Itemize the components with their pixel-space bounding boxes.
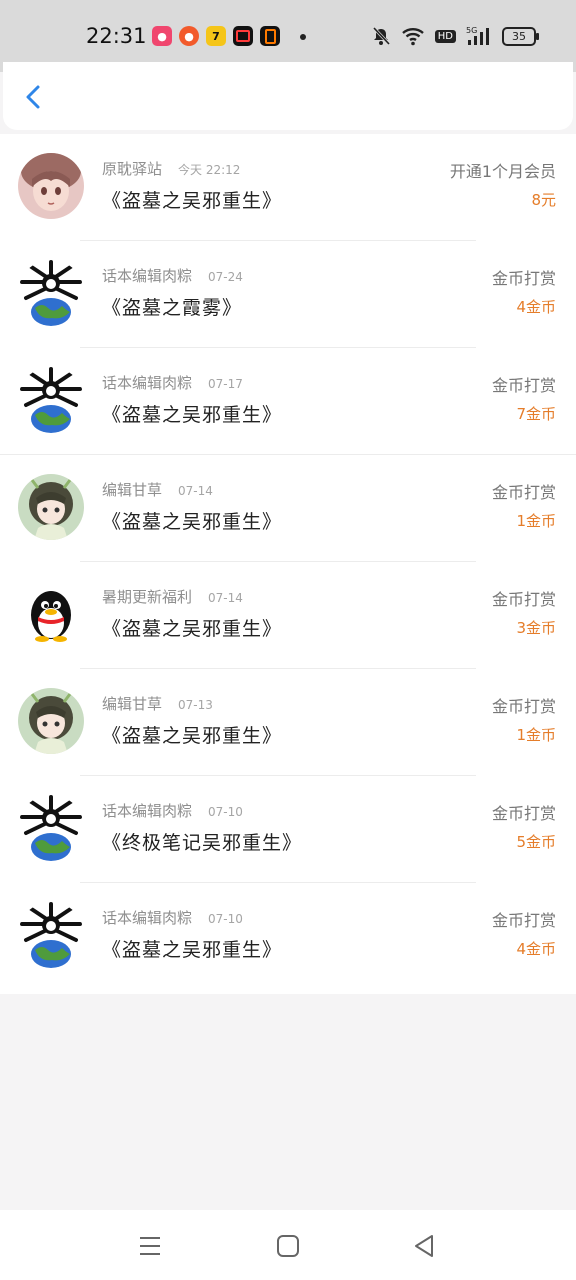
record-amount: 7金币 — [516, 405, 556, 423]
record-type: 金币打赏 — [491, 483, 556, 502]
top-app-bar — [3, 62, 573, 130]
record-type: 金币打赏 — [491, 697, 556, 716]
penguin-avatar-icon — [18, 581, 84, 647]
signal-icon: 5G — [466, 26, 489, 45]
book-title: 《盗墓之吴邪重生》 — [102, 190, 283, 212]
app-notification-icon — [260, 26, 280, 46]
battery-level: 35 — [512, 29, 526, 43]
record-amount: 5金币 — [516, 833, 556, 851]
user-avatar[interactable] — [18, 688, 84, 754]
user-avatar[interactable] — [18, 474, 84, 540]
user-avatar[interactable] — [18, 260, 84, 326]
bug-globe-avatar-icon — [18, 367, 84, 433]
record-date: 07-24 — [208, 270, 243, 284]
notification-icons: ● ● 7 — [152, 26, 280, 46]
bug-globe-avatar-icon — [18, 260, 84, 326]
sender-name: 话本编辑肉粽 — [102, 802, 193, 820]
record-type: 金币打赏 — [491, 376, 556, 395]
record-amount: 3金币 — [516, 619, 556, 637]
green-girl-avatar-icon — [18, 474, 84, 540]
user-avatar[interactable] — [18, 367, 84, 433]
user-avatar[interactable] — [18, 581, 84, 647]
menu-icon[interactable] — [136, 1232, 164, 1260]
book-title: 《盗墓之吴邪重生》 — [102, 618, 283, 640]
mute-bell-icon — [372, 26, 390, 46]
gift-record-list: 原耽驿站 今天 22:12 《盗墓之吴邪重生》 开通1个月会员 8元 话本编辑肉粽… — [0, 134, 576, 994]
list-item[interactable]: 话本编辑肉粽 07-17 《盗墓之吴邪重生》 金币打赏 7金币 — [0, 348, 576, 455]
record-type: 金币打赏 — [491, 269, 556, 288]
system-nav-bar — [0, 1210, 576, 1280]
wifi-icon — [401, 28, 424, 46]
sender-name: 编辑甘草 — [102, 481, 163, 499]
sender-name: 话本编辑肉粽 — [102, 267, 193, 285]
app-notification-icon: ● — [179, 26, 199, 46]
book-title: 《终极笔记吴邪重生》 — [102, 832, 303, 854]
app-notification-icon — [233, 26, 253, 46]
record-amount: 4金币 — [516, 940, 556, 958]
hd-badge: HD — [434, 29, 456, 43]
book-title: 《盗墓之吴邪重生》 — [102, 939, 283, 961]
list-item[interactable]: 暑期更新福利 07-14 《盗墓之吴邪重生》 金币打赏 3金币 — [0, 562, 576, 669]
record-date: 07-17 — [208, 377, 243, 391]
record-date: 07-10 — [208, 805, 243, 819]
book-title: 《盗墓之吴邪重生》 — [102, 511, 283, 533]
list-item[interactable]: 编辑甘草 07-14 《盗墓之吴邪重生》 金币打赏 1金币 — [0, 455, 576, 562]
book-title: 《盗墓之吴邪重生》 — [102, 725, 283, 747]
list-item[interactable]: 话本编辑肉粽 07-10 《终极笔记吴邪重生》 金币打赏 5金币 — [0, 776, 576, 883]
sender-name: 暑期更新福利 — [102, 588, 193, 606]
book-title: 《盗墓之吴邪重生》 — [102, 404, 283, 426]
sender-name: 原耽驿站 — [102, 160, 163, 178]
record-amount: 1金币 — [516, 512, 556, 530]
app-notification-icon: ● — [152, 26, 172, 46]
list-item[interactable]: 话本编辑肉粽 07-10 《盗墓之吴邪重生》 金币打赏 4金币 — [0, 883, 576, 990]
back-nav-icon[interactable] — [410, 1232, 438, 1260]
user-avatar[interactable] — [18, 795, 84, 861]
sender-name: 话本编辑肉粽 — [102, 909, 193, 927]
record-type: 开通1个月会员 — [449, 162, 556, 181]
record-type: 金币打赏 — [491, 911, 556, 930]
list-item[interactable]: 话本编辑肉粽 07-24 《盗墓之霞雾》 金币打赏 4金币 — [0, 241, 576, 348]
record-date: 07-14 — [208, 591, 243, 605]
battery-icon: 35 — [502, 26, 539, 46]
record-type: 金币打赏 — [491, 804, 556, 823]
back-button[interactable] — [21, 84, 47, 110]
more-notifications-icon — [300, 34, 306, 40]
app-notification-icon: 7 — [206, 26, 226, 46]
record-amount: 1金币 — [516, 726, 556, 744]
list-item[interactable]: 原耽驿站 今天 22:12 《盗墓之吴邪重生》 开通1个月会员 8元 — [0, 134, 576, 241]
bug-globe-avatar-icon — [18, 795, 84, 861]
record-date: 07-10 — [208, 912, 243, 926]
svg-text:5G: 5G — [466, 26, 477, 35]
green-girl-avatar-icon — [18, 688, 84, 754]
sender-name: 话本编辑肉粽 — [102, 374, 193, 392]
sender-name: 编辑甘草 — [102, 695, 163, 713]
record-date: 今天 22:12 — [178, 163, 241, 177]
user-avatar[interactable] — [18, 902, 84, 968]
list-item[interactable]: 编辑甘草 07-13 《盗墓之吴邪重生》 金币打赏 1金币 — [0, 669, 576, 776]
record-date: 07-13 — [178, 698, 213, 712]
user-avatar[interactable] — [18, 153, 84, 219]
bug-globe-avatar-icon — [18, 902, 84, 968]
record-amount: 8元 — [531, 191, 556, 209]
record-amount: 4金币 — [516, 298, 556, 316]
book-title: 《盗墓之霞雾》 — [102, 297, 243, 319]
record-type: 金币打赏 — [491, 590, 556, 609]
home-icon[interactable] — [274, 1232, 302, 1260]
anime-girl-avatar-icon — [18, 153, 84, 219]
status-time: 22:31 — [86, 24, 147, 48]
record-date: 07-14 — [178, 484, 213, 498]
